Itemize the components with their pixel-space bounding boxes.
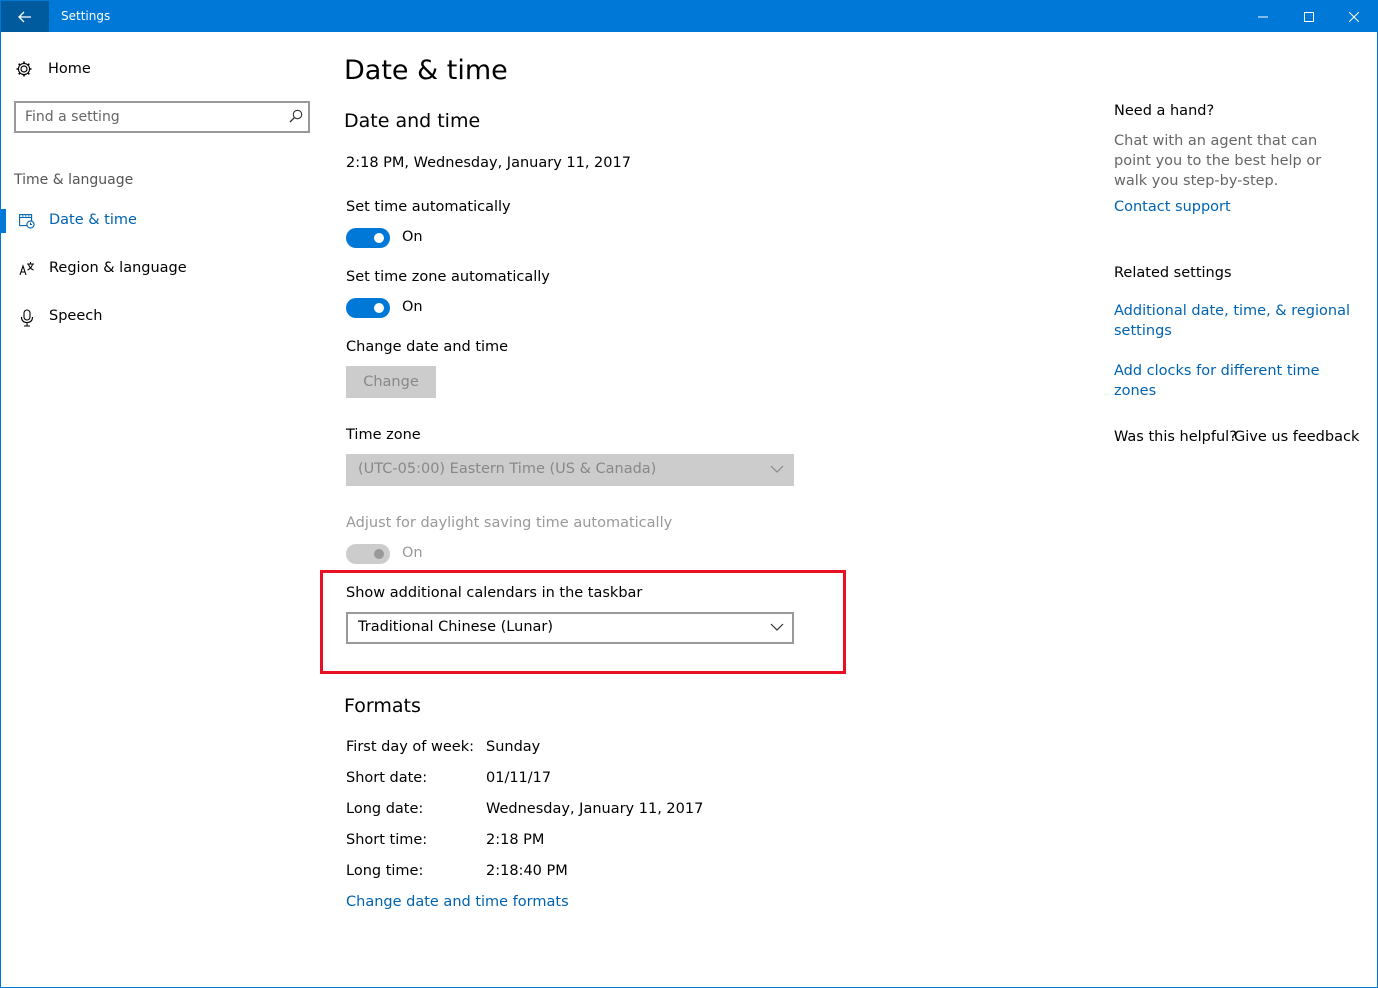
change-button[interactable]: Change — [346, 366, 436, 398]
sidebar-home[interactable]: Home — [15, 58, 91, 80]
home-label: Home — [48, 61, 91, 77]
daylight-saving-state: On — [402, 545, 423, 561]
sidebar-item-label: Date & time — [49, 212, 137, 228]
set-timezone-auto-label: Set time zone automatically — [346, 269, 550, 285]
calendar-clock-icon — [19, 214, 35, 229]
set-timezone-auto-toggle[interactable] — [346, 298, 390, 318]
microphone-icon — [20, 309, 34, 327]
maximize-button[interactable] — [1286, 1, 1332, 32]
toggle-knob — [374, 549, 384, 559]
current-datetime: 2:18 PM, Wednesday, January 11, 2017 — [346, 155, 631, 171]
daylight-saving-toggle[interactable] — [346, 544, 390, 564]
contact-support-link[interactable]: Contact support — [1114, 197, 1354, 217]
format-value-long-date: Wednesday, January 11, 2017 — [486, 801, 704, 817]
minimize-icon — [1258, 16, 1268, 17]
sidebar-item-region-language[interactable]: Region & language — [1, 255, 311, 285]
toggle-knob — [374, 303, 384, 313]
additional-calendars-dropdown[interactable]: Traditional Chinese (Lunar) — [346, 612, 794, 644]
gear-icon — [16, 61, 32, 77]
set-time-auto-toggle[interactable] — [346, 228, 390, 248]
sidebar-item-label: Region & language — [49, 260, 187, 276]
sidebar-section-label: Time & language — [14, 172, 134, 188]
additional-calendars-label: Show additional calendars in the taskbar — [346, 585, 643, 601]
set-time-auto-state: On — [402, 229, 423, 245]
related-settings-heading: Related settings — [1114, 265, 1232, 281]
sidebar-item-date-time[interactable]: Date & time — [1, 207, 311, 237]
search-icon[interactable] — [289, 109, 303, 123]
page-title: Date & time — [344, 55, 508, 86]
helpful-text: Was this helpful? — [1114, 429, 1237, 445]
sidebar-item-label: Speech — [49, 308, 103, 324]
change-date-time-label: Change date and time — [346, 339, 509, 355]
daylight-saving-label: Adjust for daylight saving time automati… — [346, 515, 673, 531]
format-value-short-time: 2:18 PM — [486, 832, 545, 848]
format-label-long-date: Long date: — [346, 801, 424, 817]
need-hand-heading: Need a hand? — [1114, 103, 1215, 119]
format-value-first-day: Sunday — [486, 739, 541, 755]
format-value-long-time: 2:18:40 PM — [486, 863, 568, 879]
close-button[interactable] — [1331, 1, 1377, 32]
window-title: Settings — [61, 9, 111, 23]
set-time-auto-label: Set time automatically — [346, 199, 511, 215]
need-hand-text: Chat with an agent that can point you to… — [1114, 133, 1322, 189]
sidebar-item-speech[interactable]: Speech — [1, 303, 311, 333]
formats-heading: Formats — [344, 695, 421, 717]
set-timezone-auto-state: On — [402, 299, 423, 315]
chevron-down-icon — [770, 623, 784, 631]
format-label-short-date: Short date: — [346, 770, 428, 786]
additional-settings-link[interactable]: Additional date, time, & regional settin… — [1114, 301, 1354, 341]
title-bar: Settings — [1, 1, 1377, 32]
search-box[interactable] — [14, 101, 310, 133]
toggle-knob — [374, 233, 384, 243]
search-input[interactable] — [25, 106, 275, 128]
format-label-long-time: Long time: — [346, 863, 424, 879]
section-heading-date-time: Date and time — [344, 110, 481, 132]
close-icon — [1349, 11, 1359, 22]
back-button[interactable] — [1, 1, 49, 32]
add-clocks-link[interactable]: Add clocks for different time zones — [1114, 361, 1354, 401]
time-zone-label: Time zone — [346, 427, 421, 443]
settings-window: Settings Home Time & language — [0, 0, 1378, 988]
back-arrow-icon — [18, 11, 31, 22]
chevron-down-icon — [770, 465, 784, 473]
format-value-short-date: 01/11/17 — [486, 770, 552, 786]
minimize-button[interactable] — [1240, 1, 1286, 32]
maximize-icon — [1304, 11, 1314, 22]
format-label-short-time: Short time: — [346, 832, 428, 848]
give-feedback-link[interactable]: Give us feedback — [1234, 429, 1359, 445]
format-label-first-day: First day of week: — [346, 739, 474, 755]
time-zone-dropdown[interactable]: (UTC-05:00) Eastern Time (US & Canada) — [346, 454, 794, 486]
time-zone-value: (UTC-05:00) Eastern Time (US & Canada) — [358, 461, 657, 477]
change-formats-link[interactable]: Change date and time formats — [346, 894, 569, 910]
additional-calendars-value: Traditional Chinese (Lunar) — [358, 619, 554, 635]
region-language-icon — [19, 262, 34, 276]
